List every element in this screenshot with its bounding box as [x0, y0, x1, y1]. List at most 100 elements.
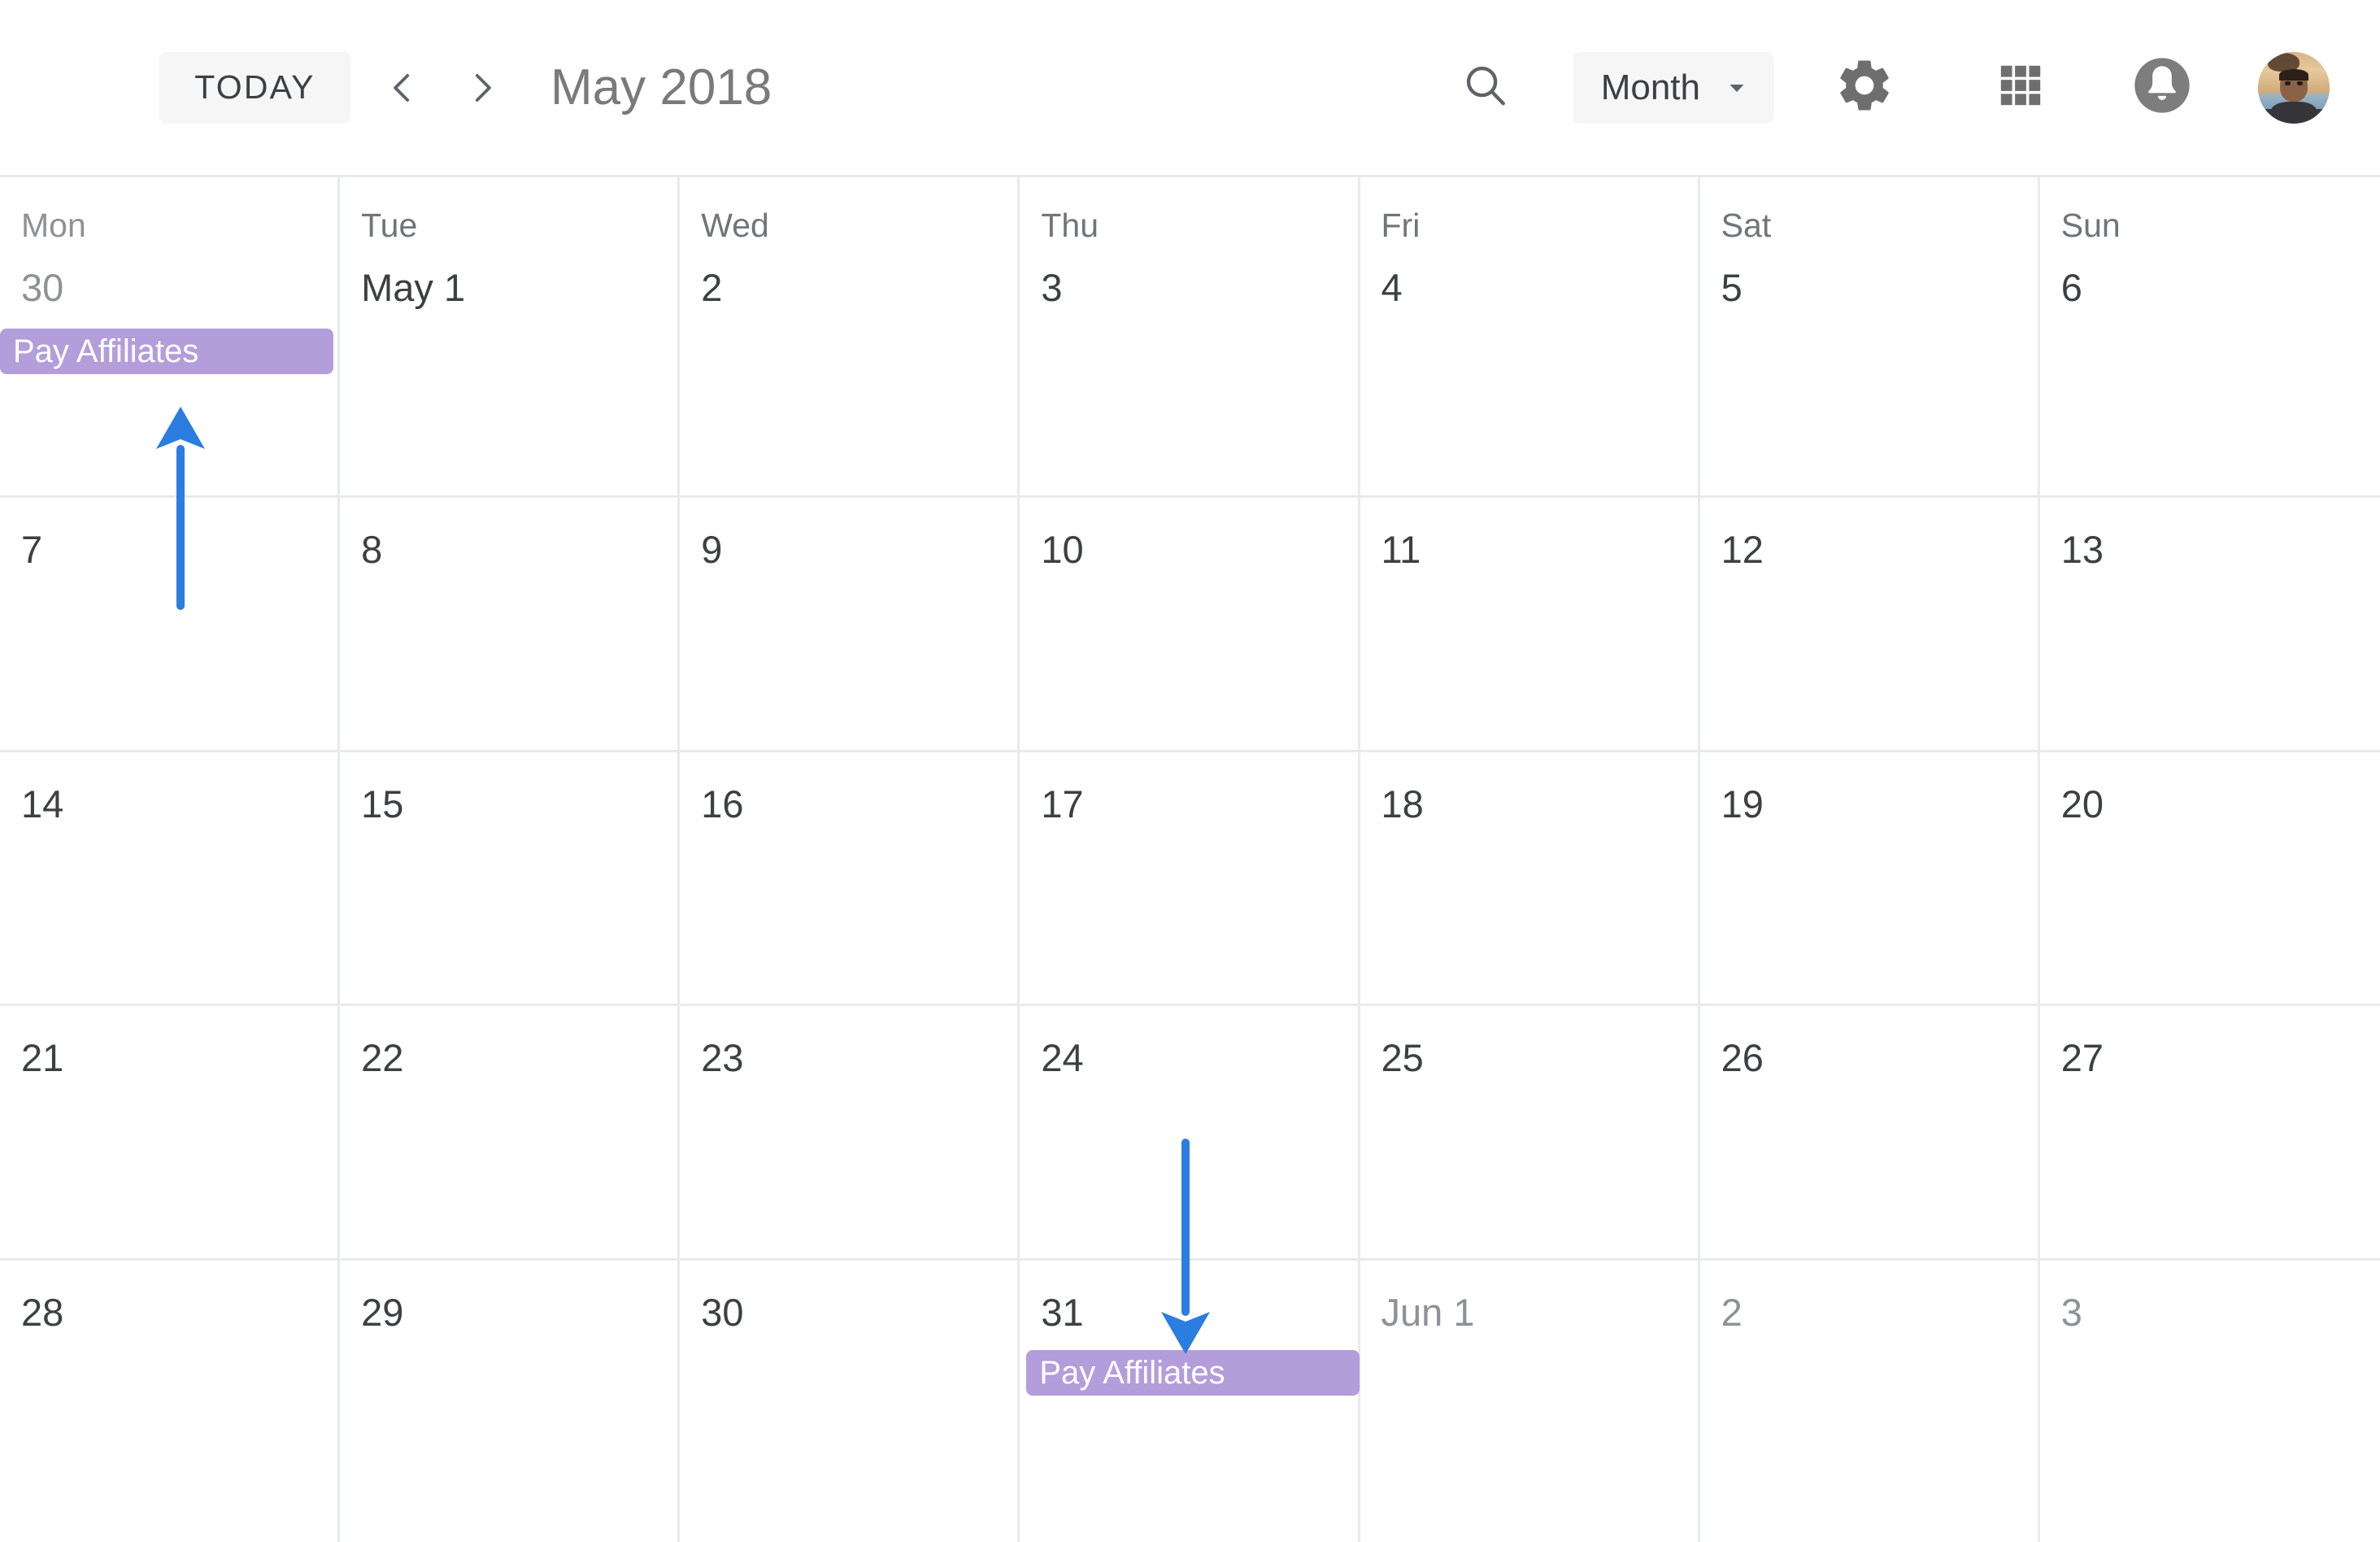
- day-cell-wed-2[interactable]: Wed 2: [680, 177, 1020, 495]
- day-number: 18: [1381, 782, 1424, 825]
- day-number: 17: [1041, 782, 1084, 825]
- day-cell-fri-11[interactable]: 11: [1360, 498, 1700, 750]
- day-cell-mon-21[interactable]: 21: [0, 1006, 341, 1258]
- week-row: 28 29 30 31 Pay Affiliates Jun 1 2 3: [0, 1261, 2380, 1542]
- day-cell-mon-28[interactable]: 28: [0, 1261, 341, 1542]
- day-number: 15: [361, 782, 404, 825]
- week-row: 14 15 16 17 18 19 20: [0, 752, 2380, 1006]
- day-cell-tue-22[interactable]: 22: [340, 1006, 681, 1258]
- weekday-header-mon: Mon: [21, 207, 86, 244]
- day-cell-fri-18[interactable]: 18: [1360, 752, 1700, 1004]
- day-cell-sat-2[interactable]: 2: [1700, 1261, 2040, 1542]
- chevron-left-icon: [380, 66, 424, 110]
- day-number: 21: [21, 1036, 64, 1079]
- weekday-header-fri: Fri: [1381, 207, 1421, 244]
- day-number: 5: [1721, 266, 1743, 309]
- day-number: 28: [21, 1291, 64, 1334]
- day-number: 22: [361, 1036, 404, 1079]
- view-mode-value: Month: [1600, 67, 1700, 107]
- day-number: 10: [1041, 528, 1084, 571]
- weekday-header-sat: Sat: [1721, 207, 1772, 244]
- day-cell-thu-3[interactable]: Thu 3: [1020, 177, 1360, 495]
- day-number: 11: [1381, 528, 1421, 571]
- day-number: May 1: [361, 266, 466, 309]
- page-title: May 2018: [550, 59, 772, 115]
- today-button[interactable]: TODAY: [159, 51, 350, 124]
- event-chip[interactable]: Pay Affiliates: [1026, 1350, 1360, 1396]
- day-cell-mon-7[interactable]: 7: [0, 498, 341, 750]
- event-chip[interactable]: Pay Affiliates: [0, 329, 333, 374]
- apps-grid-icon: [1994, 59, 2047, 116]
- day-cell-sun-6[interactable]: Sun 6: [2040, 177, 2380, 495]
- avatar-photo-body: [2270, 102, 2317, 124]
- day-cell-fri-4[interactable]: Fri 4: [1360, 177, 1700, 495]
- week-row: 21 22 23 24 25 26 27: [0, 1006, 2380, 1261]
- weekday-header-thu: Thu: [1041, 207, 1099, 244]
- day-number: 14: [21, 782, 64, 825]
- avatar[interactable]: [2258, 51, 2330, 124]
- day-cell-sun-27[interactable]: 27: [2040, 1006, 2380, 1258]
- day-number: 3: [1041, 266, 1063, 309]
- event-title: Pay Affiliates: [13, 333, 199, 369]
- day-cell-wed-23[interactable]: 23: [680, 1006, 1020, 1258]
- day-number: 30: [21, 266, 64, 309]
- search-icon: [1460, 60, 1511, 115]
- day-number: 29: [361, 1291, 404, 1334]
- chevron-down-icon: [1723, 74, 1751, 102]
- day-cell-wed-9[interactable]: 9: [680, 498, 1020, 750]
- day-cell-sat-12[interactable]: 12: [1700, 498, 2040, 750]
- week-row: 7 8 9 10 11 12 13: [0, 498, 2380, 752]
- day-number: 7: [21, 528, 43, 571]
- day-cell-wed-30[interactable]: 30: [680, 1261, 1020, 1542]
- day-number: 8: [361, 528, 383, 571]
- day-number: 20: [2060, 782, 2104, 825]
- notifications-button[interactable]: [2125, 50, 2199, 125]
- day-number: 16: [701, 782, 744, 825]
- view-mode-select[interactable]: Month: [1573, 51, 1773, 124]
- day-cell-thu-31[interactable]: 31 Pay Affiliates: [1020, 1261, 1360, 1542]
- day-cell-fri-jun-1[interactable]: Jun 1: [1360, 1261, 1700, 1542]
- chevron-right-icon: [461, 66, 505, 110]
- day-number: 2: [1721, 1291, 1743, 1334]
- day-cell-tue-29[interactable]: 29: [340, 1261, 681, 1542]
- day-cell-sun-3[interactable]: 3: [2040, 1261, 2380, 1542]
- day-number: 30: [701, 1291, 744, 1334]
- weekday-header-tue: Tue: [361, 207, 418, 244]
- day-cell-thu-24[interactable]: 24: [1020, 1006, 1360, 1258]
- header-right-group: Month: [1448, 0, 2380, 175]
- day-number: 31: [1041, 1291, 1084, 1334]
- next-month-button[interactable]: [453, 58, 513, 118]
- day-cell-tue-may-1[interactable]: Tue May 1: [340, 177, 681, 495]
- month-grid: Mon 30 Pay Affiliates Tue May 1 Wed 2 Thu 3 Fri 4 S…: [0, 177, 2380, 1542]
- gear-icon: [1834, 54, 1895, 120]
- avatar-photo-eye-left: [2285, 81, 2291, 85]
- day-cell-wed-16[interactable]: 16: [680, 752, 1020, 1004]
- day-cell-fri-25[interactable]: 25: [1360, 1006, 1700, 1258]
- day-cell-sun-20[interactable]: 20: [2040, 752, 2380, 1004]
- day-number: 2: [701, 266, 723, 309]
- day-number: 13: [2060, 528, 2104, 571]
- day-cell-thu-10[interactable]: 10: [1020, 498, 1360, 750]
- day-cell-sat-26[interactable]: 26: [1700, 1006, 2040, 1258]
- day-cell-tue-8[interactable]: 8: [340, 498, 681, 750]
- apps-launcher-button[interactable]: [1980, 47, 2061, 128]
- day-cell-mon-30[interactable]: Mon 30 Pay Affiliates: [0, 177, 341, 495]
- day-cell-sun-13[interactable]: 13: [2040, 498, 2380, 750]
- header-left-group: TODAY May 2018: [0, 0, 772, 175]
- weekday-header-wed: Wed: [701, 207, 769, 244]
- settings-button[interactable]: [1824, 47, 1905, 128]
- day-number: 23: [701, 1036, 744, 1079]
- day-number: 25: [1381, 1036, 1424, 1079]
- day-cell-sat-19[interactable]: 19: [1700, 752, 2040, 1004]
- avatar-photo-hair: [2279, 68, 2308, 81]
- day-cell-mon-14[interactable]: 14: [0, 752, 341, 1004]
- day-number: 6: [2060, 266, 2082, 309]
- day-cell-tue-15[interactable]: 15: [340, 752, 681, 1004]
- previous-month-button[interactable]: [372, 58, 432, 118]
- day-cell-sat-5[interactable]: Sat 5: [1700, 177, 2040, 495]
- event-title: Pay Affiliates: [1039, 1354, 1225, 1391]
- search-button[interactable]: [1448, 50, 1523, 125]
- day-number: 26: [1721, 1036, 1764, 1079]
- weekday-header-sun: Sun: [2060, 207, 2121, 244]
- day-cell-thu-17[interactable]: 17: [1020, 752, 1360, 1004]
